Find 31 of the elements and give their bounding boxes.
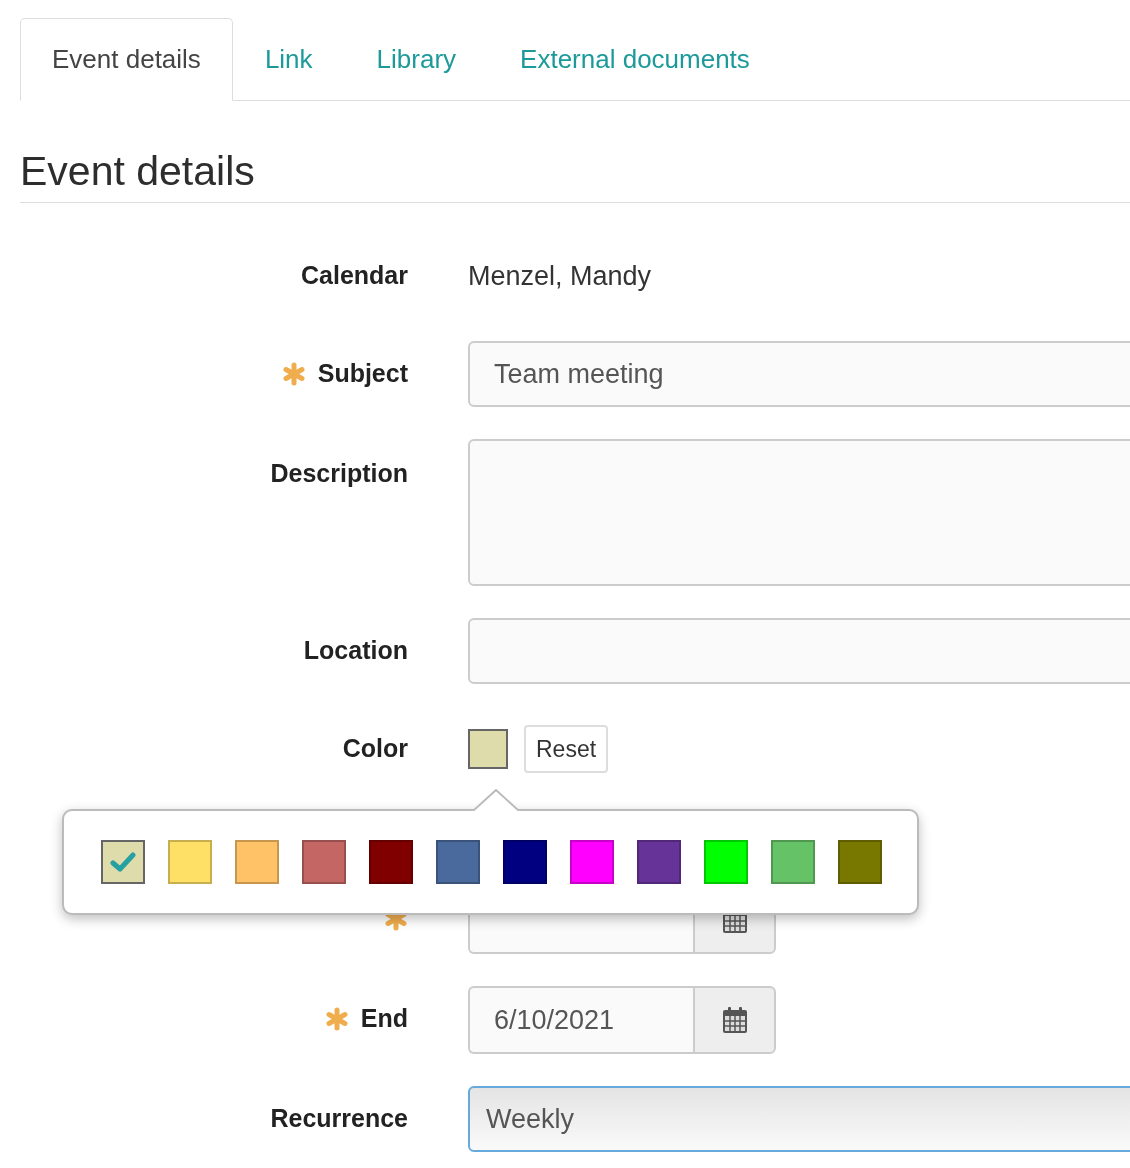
color-swatch[interactable] bbox=[436, 840, 480, 885]
field-label: Color bbox=[342, 733, 408, 765]
field-label: Recurrence bbox=[270, 1103, 408, 1135]
dropdown[interactable]: Weekly bbox=[468, 1086, 1130, 1153]
calendar-button[interactable] bbox=[693, 986, 776, 1055]
date-field[interactable]: 6/10/2021 bbox=[468, 986, 693, 1055]
text-field[interactable] bbox=[468, 618, 1130, 685]
check-icon bbox=[110, 852, 136, 873]
reset-button[interactable]: Reset bbox=[524, 724, 609, 774]
color-swatch[interactable] bbox=[637, 840, 681, 885]
color-swatch[interactable] bbox=[168, 840, 212, 885]
tab[interactable]: Event details bbox=[20, 18, 233, 101]
field-value: Menzel, Mandy bbox=[468, 261, 652, 292]
color-swatch[interactable] bbox=[369, 840, 413, 885]
field-label: Subject bbox=[317, 358, 408, 390]
field-label: End bbox=[360, 1003, 408, 1035]
calendar-icon bbox=[721, 1006, 748, 1035]
color-swatch[interactable] bbox=[570, 840, 614, 885]
color-swatch[interactable] bbox=[302, 840, 346, 885]
color-swatch[interactable] bbox=[838, 840, 882, 885]
color-swatch[interactable] bbox=[503, 840, 547, 885]
field-label: Location bbox=[303, 635, 408, 667]
text-field[interactable]: Team meeting bbox=[468, 341, 1130, 408]
field-label: Description bbox=[270, 458, 408, 490]
color-swatch[interactable] bbox=[235, 840, 279, 885]
color-swatch[interactable] bbox=[704, 840, 748, 885]
field-label: Calendar bbox=[301, 260, 408, 292]
color-swatch[interactable] bbox=[101, 840, 145, 885]
page-heading: Event details bbox=[20, 147, 1130, 204]
color-swatch[interactable] bbox=[771, 840, 815, 885]
color-swatch[interactable] bbox=[468, 729, 508, 770]
